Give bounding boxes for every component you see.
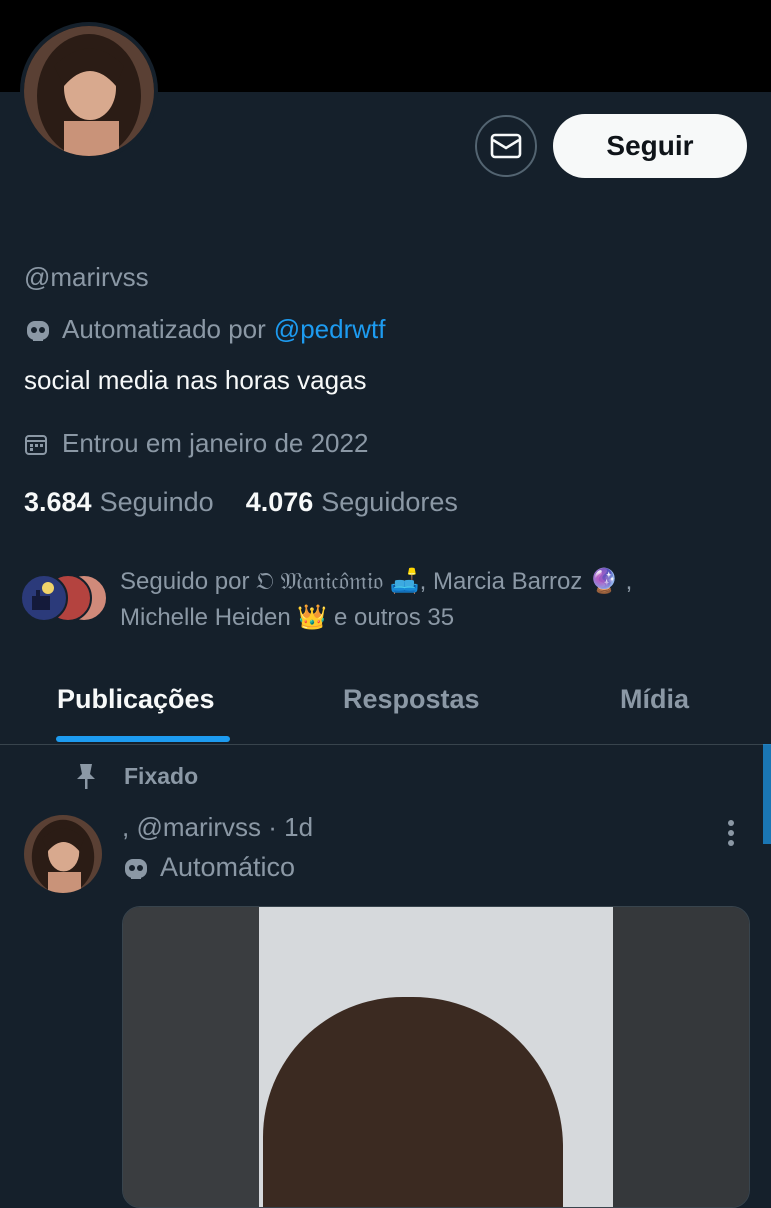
pinned-label: Fixado <box>74 762 198 790</box>
following-count: 3.684 <box>24 487 92 517</box>
follow-button[interactable]: Seguir <box>553 114 747 178</box>
media-right-panel <box>613 907 749 1207</box>
pin-icon <box>77 764 95 789</box>
post-author-avatar[interactable] <box>24 815 102 893</box>
automated-by-link[interactable]: @pedrwtf <box>274 314 386 345</box>
avatar-image <box>24 26 154 156</box>
profile-bio: social media nas horas vagas <box>24 365 367 395</box>
tab-publicacoes[interactable]: Publicações <box>57 684 215 715</box>
profile-handle: @marirvss <box>24 262 149 292</box>
follower-avatar <box>20 574 68 622</box>
followers-label: Seguidores <box>321 487 458 517</box>
following-label: Seguindo <box>99 487 214 517</box>
post-automated-label: Automático <box>160 852 296 882</box>
message-button[interactable] <box>475 115 537 177</box>
followed-by-avatars[interactable] <box>20 574 112 622</box>
automated-prefix: Automatizado por <box>62 314 266 344</box>
joined-text: Entrou em janeiro de 2022 <box>62 428 369 458</box>
following-stat[interactable]: 3.684 Seguindo <box>24 487 214 518</box>
follower-name-1: 𝔒 𝔐𝔞𝔫𝔦𝔠𝔬̂𝔪𝔦𝔬 🛋️ <box>256 568 420 595</box>
tab-midia[interactable]: Mídia <box>620 684 689 715</box>
joined-date: Entrou em janeiro de 2022 <box>24 428 368 459</box>
automated-info: Automatizado por @pedrwtf <box>24 314 385 345</box>
active-tab-indicator <box>56 736 230 742</box>
avatar-image <box>24 815 102 893</box>
follower-name-3: Michelle Heiden 👑 <box>120 604 328 631</box>
followers-count: 4.076 <box>245 487 314 517</box>
followers-stat[interactable]: 4.076 Seguidores <box>246 487 458 518</box>
calendar-icon <box>25 434 47 455</box>
followed-by-text[interactable]: Seguido por 𝔒 𝔐𝔞𝔫𝔦𝔠𝔬̂𝔪𝔦𝔬 🛋️, Marcia Barr… <box>120 564 730 636</box>
bot-icon <box>27 320 49 341</box>
post-time[interactable]: · 1d <box>268 812 313 842</box>
post-more-button[interactable] <box>724 818 738 852</box>
media-left-panel <box>123 907 259 1207</box>
post-automated: Automático <box>122 852 295 883</box>
followed-by-prefix: Seguido por <box>120 568 250 595</box>
pinned-text: Fixado <box>124 762 199 789</box>
envelope-icon <box>490 133 522 159</box>
tab-respostas[interactable]: Respostas <box>343 684 480 715</box>
post-media-video[interactable] <box>122 906 750 1208</box>
profile-avatar[interactable] <box>20 22 158 160</box>
post-header: , @marirvss · 1d <box>122 812 313 843</box>
profile-tabs: Publicações Respostas Mídia <box>0 670 771 745</box>
follower-name-2: , Marcia Barroz 🔮 , <box>419 568 633 595</box>
castle-icon <box>32 582 54 610</box>
follow-stats: 3.684 Seguindo 4.076 Seguidores <box>24 487 490 518</box>
bot-icon <box>125 858 147 879</box>
more-vertical-icon <box>728 820 734 846</box>
scrollbar[interactable] <box>763 744 771 844</box>
followed-by-suffix: e outros 35 <box>333 604 455 631</box>
post-author[interactable]: , @marirvss <box>122 812 261 842</box>
